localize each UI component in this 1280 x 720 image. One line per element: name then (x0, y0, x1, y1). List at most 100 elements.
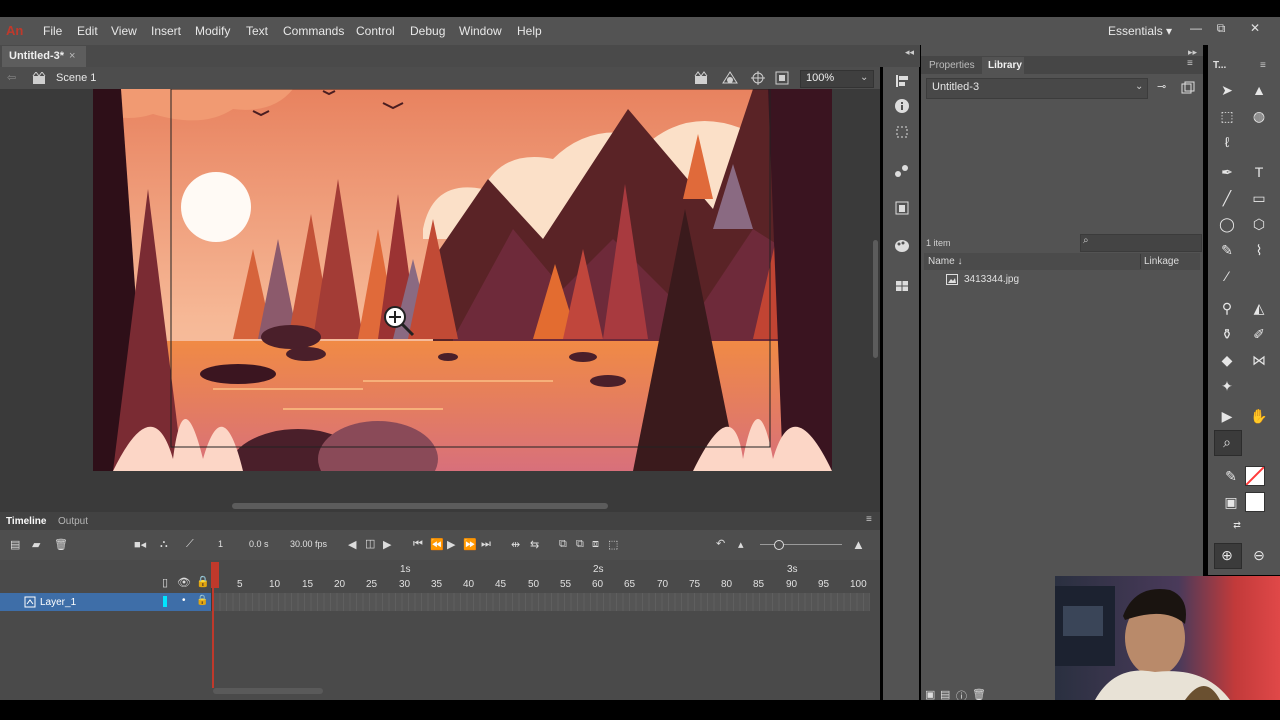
edit-scene-icon[interactable] (693, 71, 709, 85)
graph-icon[interactable]: ⟋ (186, 538, 194, 551)
keyframe-icon[interactable]: ◫ (365, 537, 375, 550)
new-library-panel-icon[interactable] (1181, 81, 1195, 95)
minimize-button[interactable]: — (1187, 20, 1205, 36)
free-transform-tool-icon[interactable]: ⬚ (1216, 105, 1238, 127)
bone-tool-icon[interactable]: ⚲ (1216, 297, 1238, 319)
workspace-switcher[interactable]: Essentials ▾ (1108, 24, 1172, 38)
frame-rate[interactable]: 30.00 fps (290, 539, 327, 549)
stroke-color-icon[interactable]: ✎ (1220, 465, 1242, 487)
new-layer-icon[interactable]: ▤ (10, 538, 20, 551)
line-tool-icon[interactable]: ╱ (1216, 187, 1238, 209)
menu-window[interactable]: Window (459, 24, 502, 38)
highlight-icon[interactable]: ▯ (162, 576, 168, 589)
panel-menu-icon[interactable]: ≡ (866, 514, 872, 525)
paint-brush-tool-icon[interactable]: ⌇ (1248, 239, 1270, 261)
modify-markers-icon[interactable]: ⬚ (608, 538, 618, 551)
pen-tool-icon[interactable]: ✒ (1216, 161, 1238, 183)
visibility-dot-icon[interactable]: • (182, 595, 186, 606)
tab-output[interactable]: Output (58, 516, 88, 527)
vertical-scroll-thumb[interactable] (873, 240, 878, 358)
center-stage-icon[interactable] (751, 71, 765, 85)
panel-menu-icon[interactable]: ≡ (1260, 60, 1266, 71)
next-keyframe-icon[interactable]: ▶ (383, 538, 391, 551)
transform-icon[interactable] (894, 124, 910, 140)
onion-skin-icon[interactable]: ⧉ (559, 538, 567, 551)
onion-skin-outlines-icon[interactable]: ⧉ (576, 538, 584, 551)
fill-color-swatch[interactable] (1245, 492, 1265, 512)
edit-symbols-icon[interactable] (722, 71, 738, 85)
3d-rotation-tool-icon[interactable]: ◍ (1248, 105, 1270, 127)
first-frame-icon[interactable]: ⏮ (413, 538, 423, 551)
fill-color-icon[interactable]: ▣ (1220, 491, 1242, 513)
new-folder-icon[interactable]: ▰ (32, 538, 40, 551)
subselection-tool-icon[interactable]: ▲ (1248, 79, 1270, 101)
menu-edit[interactable]: Edit (77, 24, 98, 38)
eyedropper-tool-icon[interactable]: ✐ (1248, 323, 1270, 345)
menu-view[interactable]: View (111, 24, 137, 38)
previous-keyframe-icon[interactable]: ◀ (348, 538, 356, 551)
step-back-icon[interactable]: ⏪ (430, 538, 444, 551)
hand-tool-icon[interactable]: ✋ (1248, 405, 1270, 427)
menu-help[interactable]: Help (517, 24, 542, 38)
timeline-scroll-thumb[interactable] (213, 688, 323, 694)
tab-properties[interactable]: Properties (929, 60, 975, 71)
polystar-tool-icon[interactable]: ⬡ (1248, 213, 1270, 235)
timeline-zoom-handle[interactable] (774, 540, 784, 550)
width-tool-icon[interactable]: ⋈ (1248, 349, 1270, 371)
eye-icon[interactable]: 👁 (177, 576, 191, 589)
eraser-tool-icon[interactable]: ◆ (1216, 349, 1238, 371)
current-time[interactable]: 0.0 s (249, 539, 269, 549)
timeline-zoom-slider[interactable] (760, 544, 842, 545)
menu-file[interactable]: File (43, 24, 62, 38)
menu-commands[interactable]: Commands (283, 24, 344, 38)
library-search-input[interactable] (1080, 234, 1202, 252)
menu-debug[interactable]: Debug (410, 24, 445, 38)
back-arrow-icon[interactable]: ⇦ (7, 71, 16, 84)
lasso-tool-icon[interactable]: ℓ (1216, 131, 1238, 153)
clip-content-icon[interactable] (775, 71, 789, 85)
large-mountain-icon[interactable]: ▲ (852, 537, 865, 552)
last-frame-icon[interactable]: ⏭ (481, 538, 491, 551)
color-palette-icon[interactable] (894, 238, 910, 254)
column-linkage[interactable]: Linkage (1144, 256, 1179, 267)
pin-icon[interactable]: ⊸ (1157, 80, 1166, 93)
ink-bottle-tool-icon[interactable]: ⚱ (1216, 323, 1238, 345)
lock-icon[interactable]: 🔒 (196, 575, 210, 588)
menu-insert[interactable]: Insert (151, 24, 181, 38)
center-frame-icon[interactable]: ⇹ (511, 538, 520, 551)
step-forward-icon[interactable]: ⏩ (463, 538, 477, 551)
brush-tool-icon[interactable]: ⁄ (1216, 265, 1238, 287)
close-icon[interactable]: × (69, 50, 75, 62)
play-icon[interactable]: ▶ (447, 538, 455, 551)
column-name[interactable]: Name ↓ (928, 256, 962, 267)
close-window-button[interactable]: ✕ (1246, 20, 1264, 36)
small-mountain-icon[interactable]: ▴ (738, 538, 744, 551)
stroke-color-swatch[interactable] (1245, 466, 1265, 486)
collapse-arrows-icon[interactable]: ◂◂ (905, 47, 914, 58)
paint-bucket-tool-icon[interactable]: ◭ (1248, 297, 1270, 319)
pencil-tool-icon[interactable]: ✎ (1216, 239, 1238, 261)
lock-icon[interactable]: 🔒 (196, 595, 208, 606)
selection-tool-icon[interactable]: ➤ (1216, 79, 1238, 101)
loop-icon[interactable]: ⇆ (530, 538, 539, 551)
column-divider[interactable] (1140, 254, 1141, 269)
layer-parenting-icon[interactable]: ⛬ (160, 538, 168, 551)
panel-menu-icon[interactable]: ≡ (1187, 58, 1193, 69)
zoom-out-icon[interactable]: ⊖ (1248, 544, 1270, 566)
oval-tool-icon[interactable]: ◯ (1216, 213, 1238, 235)
horizontal-scroll-thumb[interactable] (232, 503, 608, 509)
current-frame[interactable]: 1 (218, 539, 223, 549)
components-icon[interactable] (894, 163, 910, 179)
asset-warp-tool-icon[interactable]: ✦ (1216, 375, 1238, 397)
undo-icon[interactable]: ↶ (716, 537, 725, 550)
camera-tool-icon[interactable]: ▶ (1216, 405, 1238, 427)
motion-presets-icon[interactable] (894, 200, 910, 216)
camera-icon[interactable]: ■◂ (134, 538, 146, 551)
align-icon[interactable] (894, 73, 910, 89)
swap-colors-icon[interactable]: ⇄ (1226, 514, 1248, 536)
swatches-icon[interactable] (894, 278, 910, 294)
layer-name[interactable]: Layer_1 (40, 597, 76, 608)
stage-artwork[interactable] (93, 89, 832, 471)
delete-layer-icon[interactable]: 🗑 (54, 538, 68, 551)
rectangle-tool-icon[interactable]: ▭ (1248, 187, 1270, 209)
